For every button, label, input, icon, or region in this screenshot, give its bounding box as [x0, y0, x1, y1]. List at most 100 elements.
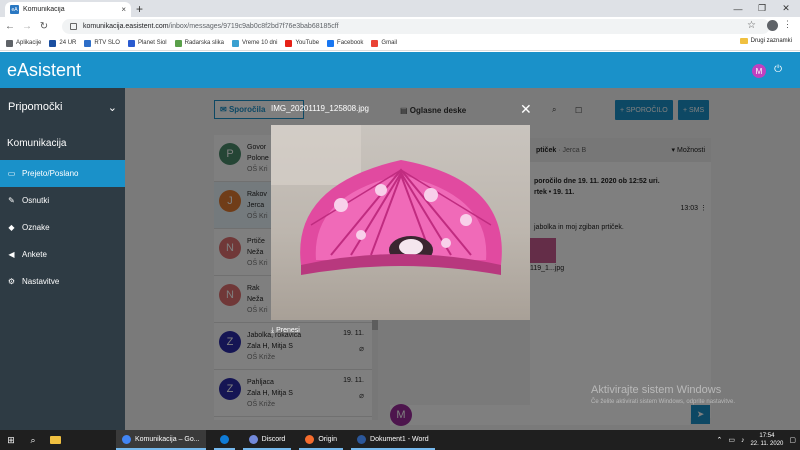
sidebar-item-3[interactable]: ◀ Ankete — [0, 241, 125, 268]
bookmark-favicon-icon — [371, 39, 379, 47]
minimize-icon[interactable]: — — [726, 0, 750, 17]
bookmark-favicon-icon — [127, 39, 135, 47]
taskbar-app-icon — [219, 434, 229, 444]
browser-tab-strip: eA Komunikacija × + — ❐ ✕ — [0, 0, 800, 17]
volume-icon[interactable]: ♪ — [741, 437, 745, 444]
image-preview — [271, 125, 530, 320]
megaphone-icon: ◀ — [8, 250, 15, 259]
forward-icon[interactable]: → — [20, 21, 34, 32]
url-host: komunikacija.easistent.com — [83, 23, 169, 30]
windows-activation-watermark: Aktivirajte sistem Windows Če želite akt… — [591, 384, 735, 405]
watermark-line2: Če želite aktivirati sistem Windows, odp… — [591, 399, 736, 405]
tag-icon: ◆ — [8, 223, 15, 232]
taskbar-app-label: Discord — [261, 435, 286, 443]
sidebar-item-1[interactable]: ✎ Osnutki — [0, 187, 125, 214]
sidebar-header-label: Pripomočki — [8, 101, 63, 113]
taskbar-app[interactable]: Komunikacija – Go... — [116, 430, 206, 450]
bookmark-favicon-icon — [6, 39, 13, 47]
taskbar-app[interactable] — [213, 430, 235, 450]
bookmark-label: Facebook — [337, 40, 364, 46]
bookmark-item[interactable]: RTV SLO — [84, 39, 120, 47]
url-input[interactable]: komunikacija.easistent.com/inbox/message… — [62, 19, 770, 34]
logout-icon[interactable]: ⏻ — [774, 64, 782, 75]
sidebar: Pripomočki ⌄ Komunikacija ▭ Prejeto/Posla… — [0, 88, 125, 430]
profile-avatar-icon[interactable] — [767, 20, 778, 31]
bookmark-item[interactable]: Planet Siol — [127, 39, 167, 47]
browser-tab[interactable]: eA Komunikacija × — [5, 2, 131, 17]
modal-filename: IMG_20201119_125808.jpg — [271, 104, 370, 113]
sidebar-item-label: Osnutki — [22, 196, 50, 205]
taskbar-app-icon — [357, 434, 367, 444]
bookmark-favicon-icon — [174, 39, 182, 47]
back-icon[interactable]: ← — [3, 21, 17, 32]
sidebar-item-label: Oznake — [22, 223, 50, 232]
bookmark-label: Aplikacije — [16, 40, 42, 46]
bookmark-item[interactable]: YouTube — [285, 39, 320, 47]
brand-logo[interactable]: eAsistent — [7, 60, 81, 81]
taskbar: ⊞ ⌕ Komunikacija – Go... Discord Origin Dok… — [0, 430, 800, 450]
download-button[interactable]: ⤓ Prenesi — [271, 327, 300, 335]
taskbar-app[interactable]: Origin — [299, 430, 344, 450]
bookmark-star-icon[interactable]: ☆ — [747, 20, 756, 31]
chevron-down-icon: ⌄ — [107, 101, 117, 114]
browser-menu-icon[interactable]: ⋮ — [783, 19, 792, 30]
clock-time: 17:54 — [759, 433, 775, 439]
bookmark-label: Gmail — [381, 40, 398, 46]
user-avatar[interactable]: M — [752, 64, 766, 78]
sidebar-header[interactable]: Pripomočki ⌄ — [0, 88, 125, 126]
bookmark-item[interactable]: Vreme 10 dni — [232, 39, 278, 47]
sidebar-item-label: Ankete — [22, 250, 47, 259]
bookmark-favicon-icon — [49, 39, 57, 47]
taskbar-app[interactable]: Dokument1 - Word — [351, 430, 435, 450]
close-tab-icon[interactable]: × — [121, 5, 126, 14]
bookmark-favicon-icon — [232, 39, 239, 47]
sidebar-item-4[interactable]: ⚙ Nastavitve — [0, 268, 125, 295]
pencil-icon: ✎ — [8, 196, 15, 205]
bookmark-label: Radarska slika — [184, 40, 224, 46]
bookmark-item[interactable]: Facebook — [327, 39, 364, 47]
new-tab-icon[interactable]: + — [136, 2, 143, 16]
modal-close-icon[interactable]: ✕ — [520, 101, 532, 118]
clock-date: 22. 11. 2020 — [750, 441, 784, 447]
other-bookmarks[interactable]: Drugi zaznamki — [739, 38, 792, 44]
network-icon[interactable]: ▭ — [728, 436, 735, 444]
other-bookmarks-label: Drugi zaznamki — [750, 38, 792, 44]
clock[interactable]: 17:54 22. 11. 2020 — [750, 432, 783, 448]
tray-chevron-up-icon[interactable]: ⌃ — [716, 436, 722, 444]
windows-start-icon[interactable]: ⊞ — [0, 435, 22, 446]
bookmark-label: 24 UR — [59, 40, 77, 46]
bookmark-item[interactable]: 24 UR — [49, 39, 77, 47]
bookmark-item[interactable]: Radarska slika — [174, 39, 224, 47]
bookmark-label: Planet Siol — [137, 40, 167, 46]
sidebar-item-2[interactable]: ◆ Oznake — [0, 214, 125, 241]
bookmark-item[interactable]: Aplikacije — [6, 39, 42, 47]
download-label: Prenesi — [276, 327, 300, 334]
bookmark-favicon-icon — [285, 39, 293, 47]
bookmark-item[interactable]: Gmail — [371, 39, 398, 47]
reload-icon[interactable]: ↻ — [37, 21, 51, 32]
folded-napkin-photo — [271, 125, 530, 320]
file-explorer-icon[interactable] — [44, 436, 66, 444]
easistent-favicon-icon: eA — [10, 5, 19, 14]
app-header: eAsistent — [0, 52, 800, 88]
download-icon: ⤓ — [271, 327, 275, 334]
system-tray: ⌃ ▭ ♪ 17:54 22. 11. 2020 ▢ — [716, 430, 796, 450]
bookmark-label: YouTube — [295, 40, 320, 46]
bookmark-favicon-icon — [84, 39, 92, 47]
taskbar-app[interactable]: Discord — [242, 430, 292, 450]
search-icon[interactable]: ⌕ — [22, 435, 44, 446]
bookmark-favicon-icon — [327, 39, 335, 47]
taskbar-app-label: Komunikacija – Go... — [135, 435, 200, 443]
maximize-icon[interactable]: ❐ — [750, 0, 774, 17]
tab-title: Komunikacija — [23, 6, 65, 13]
taskbar-app-label: Origin — [318, 435, 338, 443]
bookmark-label: Vreme 10 dni — [242, 40, 278, 46]
window-close-icon[interactable]: ✕ — [774, 0, 798, 17]
taskbar-app-label: Dokument1 - Word — [370, 435, 429, 443]
notifications-icon[interactable]: ▢ — [789, 436, 796, 444]
gear-icon: ⚙ — [7, 277, 16, 286]
url-path: /inbox/messages/9719c9ab0c8f2bd7f76e3bab… — [168, 23, 339, 30]
sidebar-item-0[interactable]: ▭ Prejeto/Poslano — [0, 160, 125, 187]
bookmark-label: RTV SLO — [94, 40, 120, 46]
address-bar-row: ← → ↻ komunikacija.easistent.com/inbox/m… — [0, 17, 800, 36]
